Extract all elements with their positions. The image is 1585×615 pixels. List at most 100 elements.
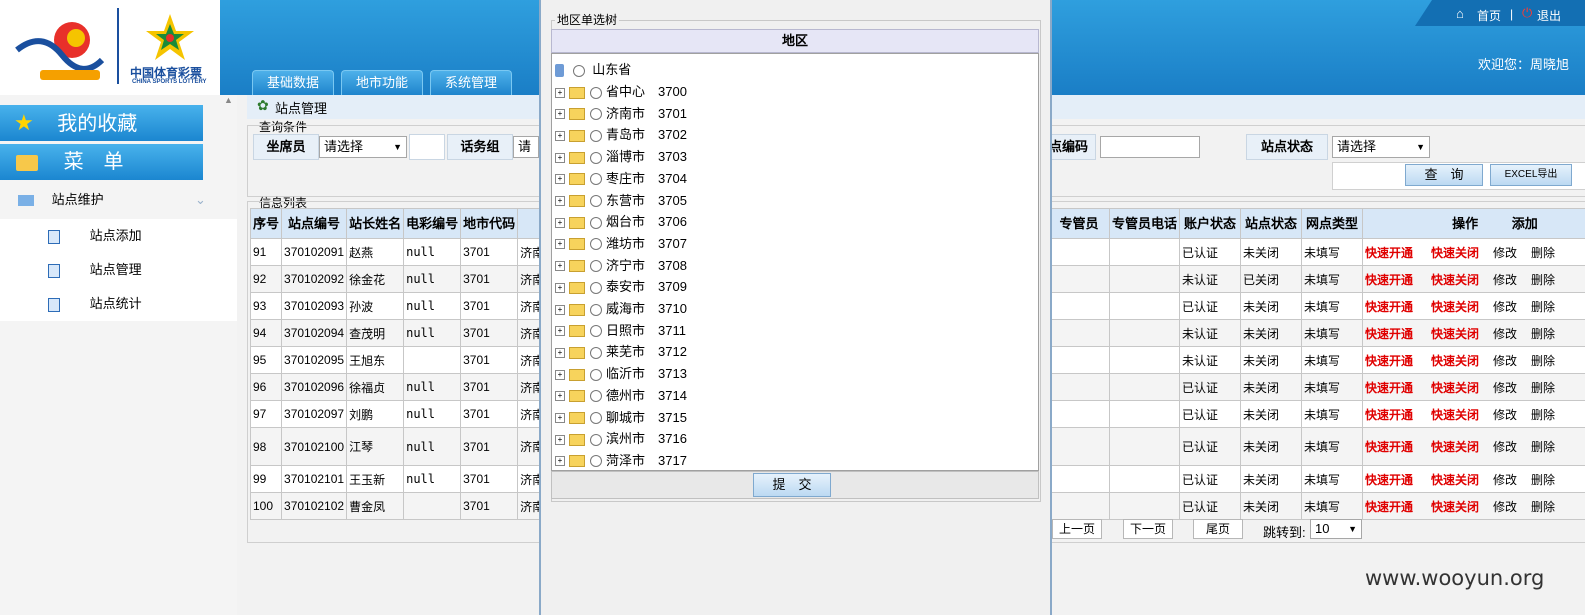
quick-open-link[interactable]: 快速开通 xyxy=(1365,327,1413,341)
expand-icon[interactable]: + xyxy=(555,217,565,228)
expand-icon[interactable]: + xyxy=(555,174,565,185)
node-radio[interactable] xyxy=(590,129,602,142)
delete-link[interactable]: 删除 xyxy=(1531,381,1555,395)
sidebar-item-site-add[interactable]: 站点添加 xyxy=(0,219,237,253)
quick-close-link[interactable]: 快速关闭 xyxy=(1431,500,1479,514)
quick-close-link[interactable]: 快速关闭 xyxy=(1431,327,1479,341)
nav-city-functions[interactable]: 地市功能 xyxy=(341,70,423,95)
tree-node[interactable]: + 菏泽市 3717 xyxy=(555,450,687,471)
delete-link[interactable]: 删除 xyxy=(1531,246,1555,260)
home-icon[interactable]: ⌂ xyxy=(1456,6,1464,21)
quick-open-link[interactable]: 快速开通 xyxy=(1365,440,1413,454)
edit-link[interactable]: 修改 xyxy=(1493,440,1517,454)
expand-icon[interactable]: + xyxy=(555,152,565,163)
quick-close-link[interactable]: 快速关闭 xyxy=(1431,473,1479,487)
expand-icon[interactable]: + xyxy=(555,413,565,424)
tree-node[interactable]: + 济南市 3701 xyxy=(555,103,687,124)
jump-select[interactable]: 10 ▼ xyxy=(1310,519,1362,539)
edit-link[interactable]: 修改 xyxy=(1493,273,1517,287)
expand-icon[interactable]: + xyxy=(555,347,565,358)
sidebar-item-site-stats[interactable]: 站点统计 xyxy=(0,287,237,321)
node-radio[interactable] xyxy=(590,325,602,338)
tree-node[interactable]: + 莱芜市 3712 xyxy=(555,341,687,362)
quick-close-link[interactable]: 快速关闭 xyxy=(1431,408,1479,422)
edit-link[interactable]: 修改 xyxy=(1493,381,1517,395)
node-radio[interactable] xyxy=(590,346,602,359)
prev-page-button[interactable]: 上一页 xyxy=(1052,519,1102,539)
node-radio[interactable] xyxy=(590,108,602,121)
tree-node[interactable]: + 淄博市 3703 xyxy=(555,146,687,167)
tree-node[interactable]: + 德州市 3714 xyxy=(555,385,687,406)
delete-link[interactable]: 删除 xyxy=(1531,300,1555,314)
expand-icon[interactable]: + xyxy=(555,196,565,207)
quick-close-link[interactable]: 快速关闭 xyxy=(1431,354,1479,368)
node-radio[interactable] xyxy=(590,216,602,229)
node-radio[interactable] xyxy=(590,86,602,99)
last-page-button[interactable]: 尾页 xyxy=(1193,519,1243,539)
node-radio[interactable] xyxy=(590,455,602,468)
agent-select[interactable]: 请选择 ▼ xyxy=(319,136,407,158)
edit-link[interactable]: 修改 xyxy=(1493,408,1517,422)
expand-icon[interactable]: + xyxy=(555,87,565,98)
expand-icon[interactable]: + xyxy=(555,239,565,250)
tree-node[interactable]: + 烟台市 3706 xyxy=(555,211,687,232)
node-radio[interactable] xyxy=(590,238,602,251)
node-radio[interactable] xyxy=(590,303,602,316)
tree-node[interactable]: + 临沂市 3713 xyxy=(555,363,687,384)
edit-link[interactable]: 修改 xyxy=(1493,354,1517,368)
quick-close-link[interactable]: 快速关闭 xyxy=(1431,273,1479,287)
status-select[interactable]: 请选择 ▼ xyxy=(1332,136,1430,158)
delete-link[interactable]: 删除 xyxy=(1531,408,1555,422)
node-radio[interactable] xyxy=(590,151,602,164)
edit-link[interactable]: 修改 xyxy=(1493,246,1517,260)
quick-open-link[interactable]: 快速开通 xyxy=(1365,273,1413,287)
nav-basic-data[interactable]: 基础数据 xyxy=(252,70,334,95)
power-icon[interactable]: ⏻ xyxy=(1522,5,1532,21)
node-radio[interactable] xyxy=(590,433,602,446)
expand-icon[interactable]: + xyxy=(555,261,565,272)
node-radio[interactable] xyxy=(590,368,602,381)
tree-node[interactable]: + 济宁市 3708 xyxy=(555,255,687,276)
expand-icon[interactable]: + xyxy=(555,456,565,467)
edit-link[interactable]: 修改 xyxy=(1493,500,1517,514)
excel-export-button[interactable]: EXCEL导出 xyxy=(1490,164,1572,186)
quick-close-link[interactable]: 快速关闭 xyxy=(1431,440,1479,454)
sidebar-group-site-maintenance[interactable]: 站点维护 ⌄ xyxy=(0,185,237,215)
quick-open-link[interactable]: 快速开通 xyxy=(1365,300,1413,314)
menu-header[interactable]: 菜 单 xyxy=(0,144,203,180)
quick-open-link[interactable]: 快速开通 xyxy=(1365,381,1413,395)
quick-close-link[interactable]: 快速关闭 xyxy=(1431,300,1479,314)
quick-close-link[interactable]: 快速关闭 xyxy=(1431,246,1479,260)
group-select[interactable]: 请选择 xyxy=(513,136,539,158)
node-radio[interactable] xyxy=(590,390,602,403)
expand-icon[interactable]: + xyxy=(555,326,565,337)
next-page-button[interactable]: 下一页 xyxy=(1123,519,1173,539)
home-link[interactable]: 首页 xyxy=(1477,7,1501,24)
tree-node[interactable]: + 枣庄市 3704 xyxy=(555,168,687,189)
edit-link[interactable]: 修改 xyxy=(1493,473,1517,487)
tree-node[interactable]: + 威海市 3710 xyxy=(555,298,687,319)
node-radio[interactable] xyxy=(590,412,602,425)
collapse-icon[interactable]: ⌄ xyxy=(195,185,206,215)
nav-system-management[interactable]: 系统管理 xyxy=(430,70,512,95)
node-radio[interactable] xyxy=(590,195,602,208)
delete-link[interactable]: 删除 xyxy=(1531,354,1555,368)
delete-link[interactable]: 删除 xyxy=(1531,440,1555,454)
node-radio[interactable] xyxy=(590,260,602,273)
tree-node[interactable]: + 泰安市 3709 xyxy=(555,276,687,297)
tree-node[interactable]: + 聊城市 3715 xyxy=(555,407,687,428)
quick-close-link[interactable]: 快速关闭 xyxy=(1431,381,1479,395)
quick-open-link[interactable]: 快速开通 xyxy=(1365,354,1413,368)
tree-node[interactable]: + 潍坊市 3707 xyxy=(555,233,687,254)
expand-icon[interactable]: + xyxy=(555,391,565,402)
quick-open-link[interactable]: 快速开通 xyxy=(1365,500,1413,514)
node-radio[interactable] xyxy=(590,173,602,186)
expand-icon[interactable]: + xyxy=(555,130,565,141)
logout-link[interactable]: 退出 xyxy=(1537,7,1561,24)
delete-link[interactable]: 删除 xyxy=(1531,273,1555,287)
expand-icon[interactable]: + xyxy=(555,369,565,380)
tree-node[interactable]: + 省中心 3700 xyxy=(555,81,687,102)
scroll-up-icon[interactable]: ▲ xyxy=(224,95,233,105)
root-radio[interactable] xyxy=(572,64,585,77)
quick-open-link[interactable]: 快速开通 xyxy=(1365,473,1413,487)
